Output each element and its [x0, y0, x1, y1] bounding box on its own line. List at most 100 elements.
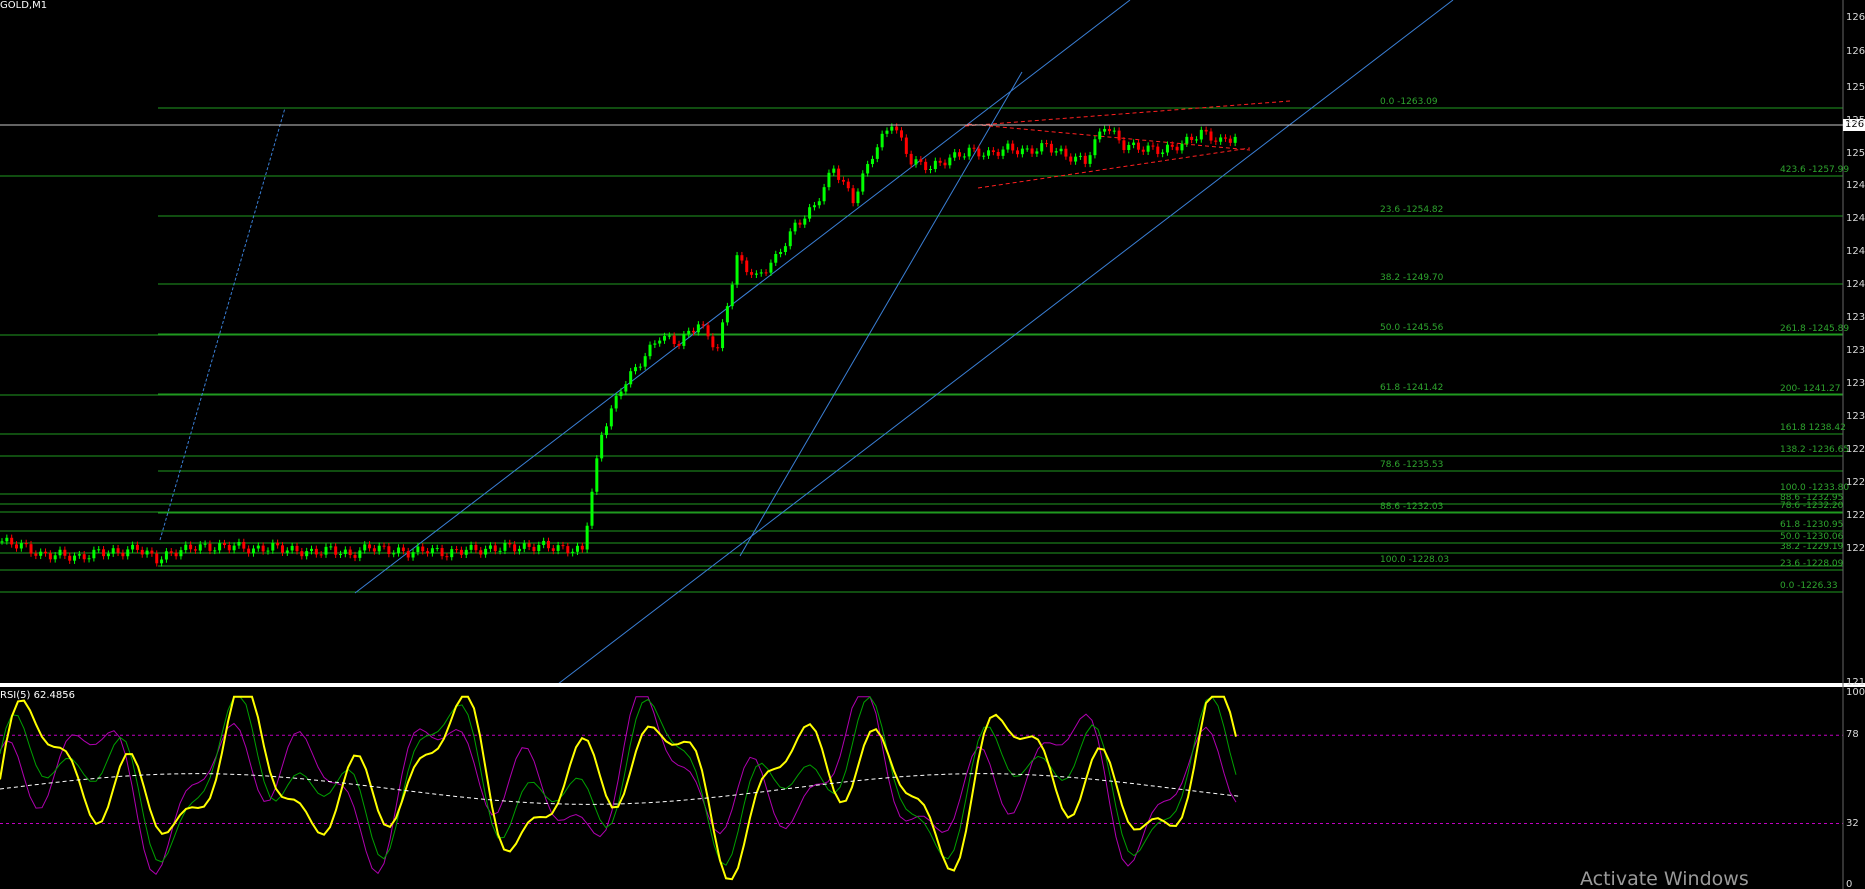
candle-body [933, 160, 937, 170]
candle-body [213, 550, 217, 552]
candle-body [271, 542, 275, 551]
candle-body [34, 553, 38, 556]
candle-body [392, 553, 396, 555]
candle-body [58, 549, 62, 556]
candle-body [280, 545, 284, 553]
candle-body [1078, 155, 1082, 157]
candle-body [764, 272, 768, 274]
candle-body [493, 545, 497, 552]
candle-body [363, 544, 367, 551]
candle-body [929, 169, 932, 171]
candle-body [1180, 143, 1184, 151]
candle-body [406, 551, 410, 558]
candle-body [943, 162, 947, 166]
candle-body [841, 179, 845, 182]
fib-left-label: 100.0 -1228.03 [1380, 555, 1450, 565]
rsi-axis-label: 78 [1846, 729, 1859, 741]
candlesticks [0, 123, 1237, 567]
candle-body [1136, 142, 1140, 150]
candle-body [914, 159, 918, 165]
candle-body [861, 173, 865, 192]
candle-body [672, 335, 676, 345]
candle-body [503, 543, 507, 551]
price-chart-canvas[interactable] [0, 0, 1865, 889]
candle-body [725, 306, 729, 323]
candle-body [1011, 143, 1015, 151]
candle-body [779, 251, 783, 255]
chart-title: GOLD,M1 [0, 0, 48, 11]
candle-body [527, 543, 531, 547]
candle-body [150, 550, 154, 554]
candle-body [266, 550, 270, 552]
candle-body [909, 153, 913, 165]
candle-body [459, 549, 463, 555]
candle-body [614, 396, 618, 409]
candle-body [556, 545, 560, 551]
candle-body [769, 262, 773, 273]
candle-body [585, 525, 589, 550]
candle-body [1175, 146, 1179, 151]
candle-body [561, 545, 565, 547]
candle-body [445, 556, 449, 558]
candle-body [629, 371, 633, 385]
fib-right-label: 100.0 -1233.80 [1780, 483, 1850, 493]
candle-body [261, 545, 265, 552]
candle-body [972, 147, 976, 149]
candle-body [218, 543, 222, 551]
candle-body [155, 553, 159, 564]
candle-body [455, 549, 459, 551]
price-axis-label: 126 [1846, 46, 1865, 57]
candle-body [237, 541, 241, 546]
candle-body [808, 207, 812, 219]
candle-body [116, 548, 120, 553]
candle-body [1146, 145, 1150, 152]
candle-body [1194, 139, 1198, 141]
candle-body [1185, 136, 1189, 144]
candle-body [1040, 143, 1044, 152]
candle-body [319, 554, 323, 556]
candle-body [24, 542, 28, 545]
candle-body [1141, 149, 1145, 152]
candle-body [247, 548, 251, 554]
candle-body [227, 545, 231, 551]
candle-body [1016, 150, 1020, 155]
candle-body [1045, 143, 1049, 145]
candle-body [416, 546, 420, 553]
candle-body [435, 548, 439, 550]
candle-body [353, 555, 357, 558]
candle-body [982, 155, 986, 157]
candle-body [44, 551, 48, 554]
candle-body [97, 549, 101, 551]
price-axis-label: 122 [1846, 477, 1865, 488]
candle-body [329, 546, 333, 548]
candle-body [0, 541, 4, 543]
candle-body [517, 548, 521, 552]
price-axis-label: 124 [1846, 246, 1865, 257]
candle-body [788, 231, 792, 247]
candle-body [663, 336, 667, 341]
chart-window[interactable]: GOLD,M1 126 RSI(5) 62.4856 Activate Wind… [0, 0, 1865, 889]
candle-body [1199, 129, 1203, 140]
price-axis-label: 126 [1846, 12, 1865, 23]
candle-body [126, 549, 130, 557]
candle-body [232, 545, 236, 551]
rsi-axis-label: 100 [1846, 687, 1865, 698]
candle-body [754, 273, 758, 275]
candle-body [87, 558, 91, 560]
candle-body [251, 548, 255, 554]
candle-body [474, 544, 478, 551]
candle-body [314, 548, 318, 555]
candle-body [653, 343, 657, 345]
candle-body [870, 158, 874, 165]
fib-left-label: 0.0 -1263.09 [1380, 97, 1438, 107]
price-axis-label: 124 [1846, 213, 1865, 224]
candle-body [735, 255, 739, 285]
candle-body [551, 548, 555, 551]
candle-body [1214, 140, 1218, 142]
candle-body [759, 272, 763, 274]
candle-body [203, 543, 207, 545]
candle-body [160, 559, 164, 564]
candle-body [856, 191, 860, 204]
candle-body [711, 336, 715, 348]
candle-body [846, 181, 850, 189]
